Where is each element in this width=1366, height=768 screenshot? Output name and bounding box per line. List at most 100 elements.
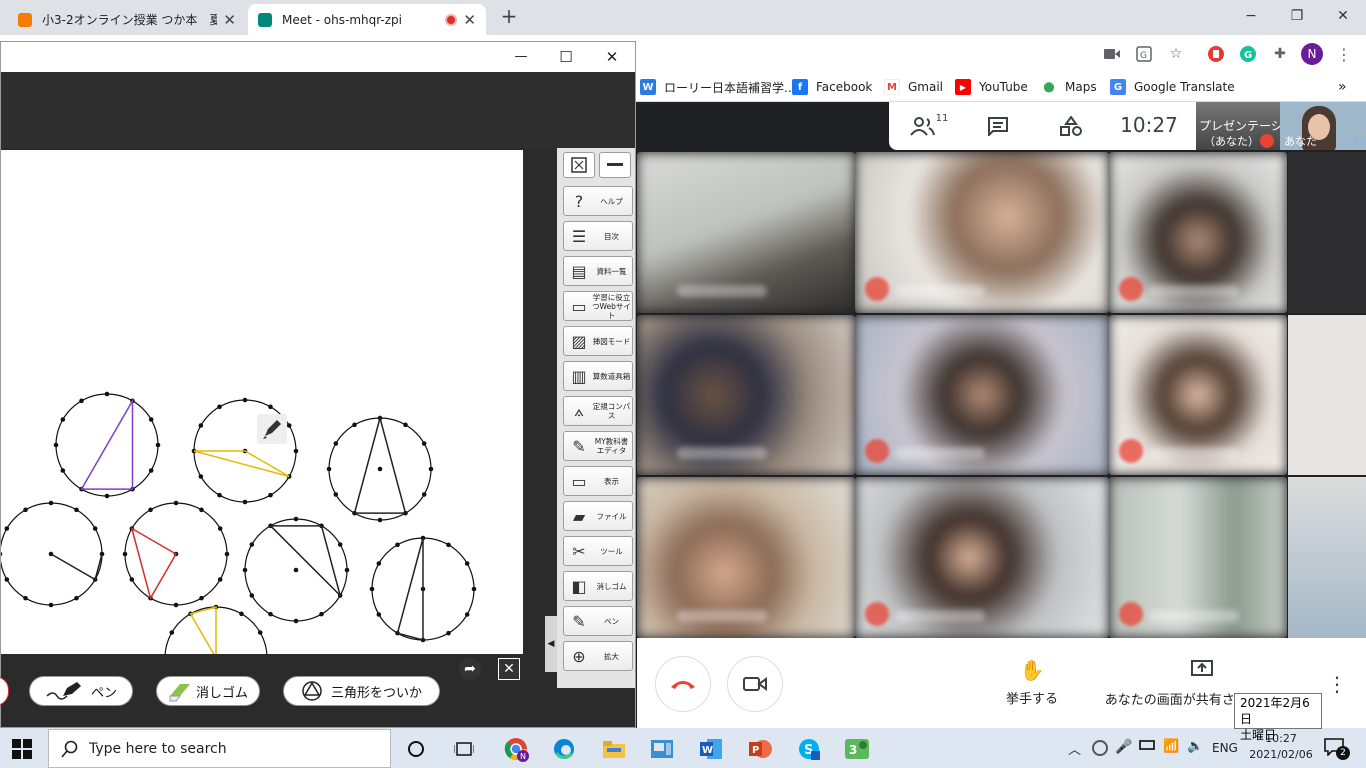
microphone-icon[interactable]: 🎤 — [1115, 739, 1132, 755]
textbook-close-button[interactable]: ✕ — [600, 45, 624, 69]
sidebar-button[interactable]: ▥ 算数道具箱 — [563, 361, 633, 391]
participants-button[interactable]: 11 — [909, 112, 949, 140]
notification-count: 2 — [1336, 746, 1350, 760]
close-button[interactable]: ✕ — [1320, 4, 1366, 28]
translate-icon[interactable]: G — [1133, 43, 1155, 65]
extensions-puzzle-icon[interactable]: ✚ — [1269, 43, 1291, 65]
edge-icon[interactable] — [549, 734, 579, 764]
sidebar-button-label: 挿図モード — [592, 336, 631, 346]
red-tool-button[interactable] — [0, 676, 9, 706]
tab-close-icon[interactable]: ✕ — [223, 11, 236, 29]
close-panel-icon[interactable]: ✕ — [498, 658, 520, 680]
sidebar-button[interactable]: ✎ MY教科書エディタ — [563, 431, 633, 461]
add-triangle-button[interactable]: 三角形をついか — [283, 676, 440, 706]
tray-app-icon[interactable] — [1092, 740, 1108, 756]
textbook-sidebar: ? ヘルプ ☰ 目次 ▤ 資料一覧 ▭ 学習に役立つWebサイト ▨ 挿図モード ▥ 算数道具箱 ⟑ 定規… — [557, 148, 635, 688]
participant-tile[interactable] — [637, 152, 855, 313]
sidebar-button[interactable]: ◧ 消しゴム — [563, 571, 633, 601]
windows-start-icon[interactable] — [12, 739, 32, 759]
sidebar-button[interactable]: ▰ ファイル — [563, 501, 633, 531]
leave-call-button[interactable] — [655, 656, 711, 712]
word-icon[interactable]: W — [696, 734, 726, 764]
new-tab-button[interactable]: + — [498, 4, 520, 28]
restore-button[interactable]: ❐ — [1274, 4, 1320, 28]
notification-center-icon[interactable]: 2 — [1324, 738, 1350, 760]
participant-tile[interactable] — [1109, 315, 1287, 475]
powerpoint-icon[interactable]: P — [745, 734, 775, 764]
textbook-maximize-button[interactable]: ☐ — [554, 45, 578, 69]
eraser-icon: ◧ — [571, 576, 587, 596]
translate-icon: G — [1110, 79, 1126, 95]
bookmarks-more-button[interactable]: » — [1338, 77, 1347, 97]
textbook-page[interactable]: ペン 消しゴム 三角形をついか — [0, 150, 523, 706]
camera-icon[interactable] — [1101, 43, 1123, 65]
bookmark-translate[interactable]: G Google Translate — [1110, 77, 1235, 97]
grammarly-icon[interactable]: G — [1237, 43, 1259, 65]
sidebar-button[interactable]: ✂ ツール — [563, 536, 633, 566]
eraser-tool-button[interactable]: 消しゴム — [156, 676, 260, 706]
self-view-tile[interactable]: あなた ••• — [1280, 102, 1366, 150]
collapse-button[interactable] — [599, 152, 631, 178]
sidebar-button[interactable]: ✎ ペン — [563, 606, 633, 636]
wifi-icon[interactable]: 📶 — [1163, 739, 1179, 754]
participant-tile[interactable] — [855, 315, 1109, 475]
bookmark-label: Gmail — [908, 80, 944, 94]
participant-tile[interactable] — [855, 152, 1109, 313]
bookmark-rory[interactable]: W ローリー日本語補習学... — [640, 77, 795, 97]
bookmark-youtube[interactable]: ▶ YouTube — [955, 77, 1028, 97]
sidebar-button[interactable]: ▭ 表示 — [563, 466, 633, 496]
bookmark-maps[interactable]: ⬤ Maps — [1041, 77, 1097, 97]
chrome-taskbar-icon[interactable]: N — [501, 734, 531, 764]
textbook-app-icon[interactable]: 3 — [842, 734, 872, 764]
tab-meet[interactable]: Meet - ohs-mhqr-zpi ✕ — [248, 4, 486, 35]
textbook-minimize-button[interactable]: — — [509, 45, 533, 69]
weebly-icon: W — [640, 79, 656, 95]
battery-icon[interactable] — [1139, 740, 1155, 750]
participant-tile[interactable] — [1109, 477, 1287, 638]
tab-classroom[interactable]: 小3-2オンライン授業 つか本 夏子 ✕ — [8, 4, 246, 35]
camera-toggle-button[interactable] — [727, 656, 783, 712]
presentation-label: プレゼンテーシ — [1199, 119, 1283, 133]
meet-top-bar: 11 10:27 — [889, 102, 1196, 150]
sidebar-button[interactable]: ⟑ 定規コンパス — [563, 396, 633, 426]
menu-kebab-icon[interactable]: ⋮ — [1333, 43, 1355, 65]
sidebar-button[interactable]: ▤ 資料一覧 — [563, 256, 633, 286]
raise-hand-button[interactable]: ✋ 挙手する — [992, 658, 1072, 707]
more-dots-icon[interactable]: ••• — [1352, 136, 1366, 150]
presentation-tile[interactable]: プレゼンテーシ （あなた） — [1196, 102, 1283, 150]
participant-tile[interactable] — [855, 477, 1109, 638]
minimize-button[interactable]: − — [1228, 4, 1274, 28]
bookmark-gmail[interactable]: M Gmail — [884, 77, 943, 97]
taskbar-search-box[interactable]: Type here to search — [48, 729, 391, 768]
sidebar-button[interactable]: ☰ 目次 — [563, 221, 633, 251]
sidebar-button[interactable]: ⊕ 拡大 — [563, 641, 633, 671]
more-options-icon[interactable]: ⋮ — [1327, 672, 1347, 696]
sidebar-collapse-arrow[interactable]: ◀ — [545, 616, 557, 672]
skype-icon[interactable]: S — [794, 734, 824, 764]
tray-overflow-icon[interactable]: ︿ — [1068, 739, 1081, 758]
bookmark-facebook[interactable]: f Facebook — [792, 77, 872, 97]
participant-tile[interactable] — [637, 315, 855, 475]
extension-red-icon[interactable] — [1205, 43, 1227, 65]
input-language[interactable]: ENG — [1212, 741, 1238, 755]
task-view-icon[interactable] — [449, 734, 479, 764]
profile-avatar[interactable]: N — [1301, 43, 1323, 65]
participant-tile[interactable] — [1109, 152, 1287, 313]
tab-close-icon[interactable]: ✕ — [463, 11, 476, 29]
fullscreen-button[interactable] — [563, 152, 595, 178]
chat-button[interactable] — [983, 112, 1013, 140]
sidebar-button[interactable]: ▭ 学習に役立つWebサイト — [563, 291, 633, 321]
activities-button[interactable] — [1056, 112, 1086, 140]
bookmark-label: Google Translate — [1134, 80, 1235, 94]
participant-tile[interactable] — [637, 477, 855, 638]
next-page-arrow-icon[interactable]: ➦ — [459, 658, 481, 680]
photos-app-icon[interactable] — [647, 734, 677, 764]
sidebar-button[interactable]: ? ヘルプ — [563, 186, 633, 216]
bookmark-star-icon[interactable]: ☆ — [1165, 43, 1187, 65]
pen-tool-button[interactable]: ペン — [29, 676, 133, 706]
muted-mic-icon — [1260, 134, 1274, 148]
file-explorer-icon[interactable] — [599, 734, 629, 764]
volume-icon[interactable]: 🔈 — [1187, 739, 1203, 754]
sidebar-button[interactable]: ▨ 挿図モード — [563, 326, 633, 356]
cortana-icon[interactable] — [401, 734, 431, 764]
